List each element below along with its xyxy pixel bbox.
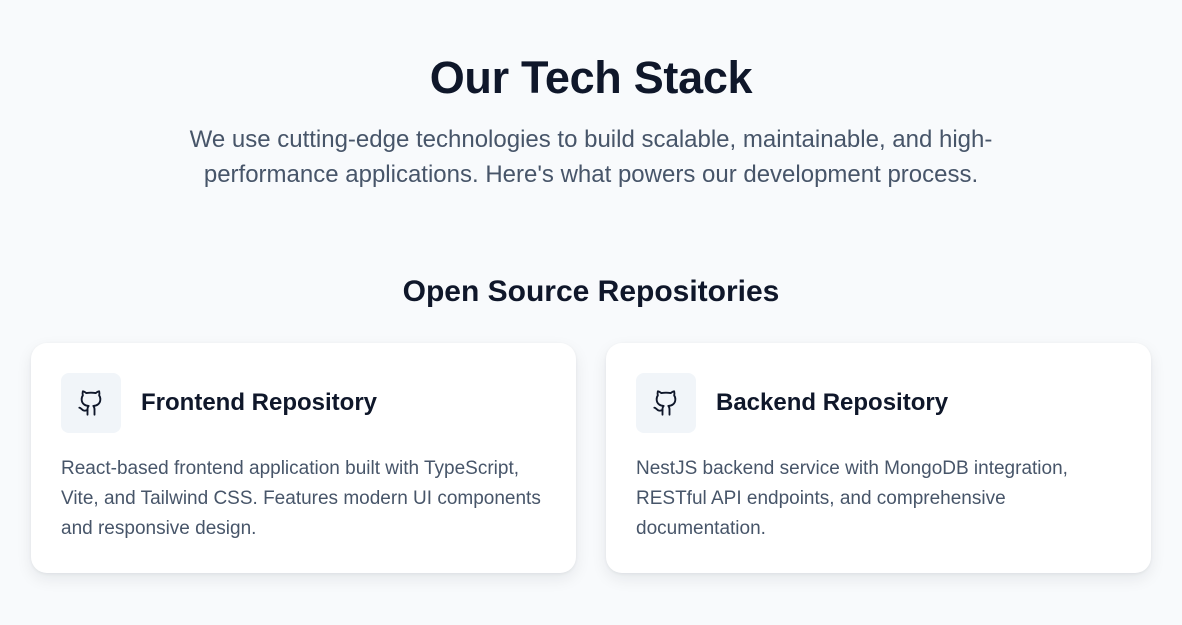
frontend-repository-card[interactable]: Frontend Repository React-based frontend… <box>31 343 576 573</box>
github-icon <box>636 373 696 433</box>
card-header: Backend Repository <box>636 373 1121 433</box>
tech-stack-page: Our Tech Stack We use cutting-edge techn… <box>0 0 1182 625</box>
github-icon <box>61 373 121 433</box>
page-subtitle: We use cutting-edge technologies to buil… <box>189 126 993 188</box>
card-header: Frontend Repository <box>61 373 546 433</box>
page-title: Our Tech Stack <box>429 52 753 103</box>
section-title: Open Source Repositories <box>402 275 780 308</box>
backend-repository-card[interactable]: Backend Repository NestJS backend servic… <box>606 343 1151 573</box>
card-description: NestJS backend service with MongoDB inte… <box>636 458 1068 539</box>
card-description: React-based frontend application built w… <box>61 458 541 539</box>
card-title[interactable]: Frontend Repository <box>141 388 377 418</box>
card-title[interactable]: Backend Repository <box>716 388 948 418</box>
